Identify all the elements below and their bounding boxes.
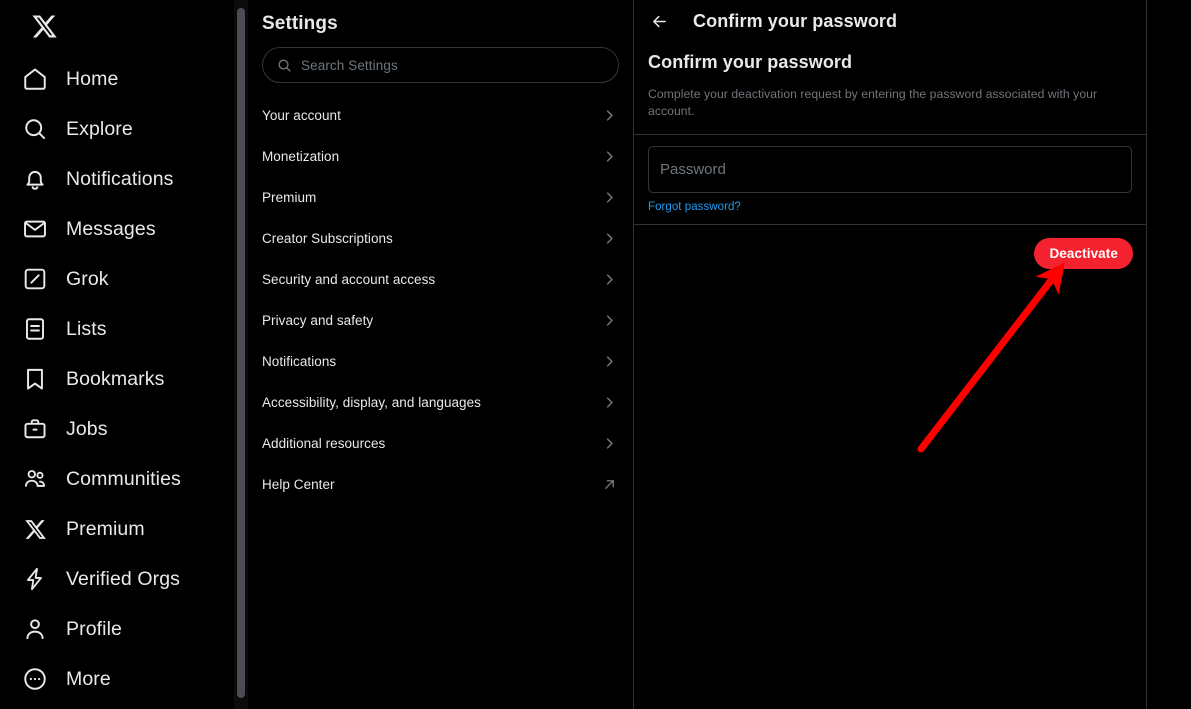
- settings-item-additional-resources[interactable]: Additional resources: [248, 423, 633, 464]
- action-bar: Deactivate: [634, 225, 1146, 270]
- chevron-right-icon: [602, 190, 617, 205]
- settings-search-wrapper: Search Settings: [248, 47, 633, 83]
- chevron-right-icon: [602, 395, 617, 410]
- envelope-icon: [22, 216, 48, 242]
- settings-item-label: Monetization: [262, 149, 340, 164]
- grok-icon: [22, 266, 48, 292]
- section-heading: Confirm your password: [648, 52, 853, 72]
- main-header: Confirm your password: [634, 0, 1146, 43]
- sidebar-item-grok[interactable]: Grok: [22, 254, 123, 304]
- settings-item-monetization[interactable]: Monetization: [248, 136, 633, 177]
- settings-list: Your account Monetization Premium Creato…: [248, 95, 633, 505]
- sidebar-item-label: Profile: [66, 617, 122, 640]
- home-icon: [22, 66, 48, 92]
- sidebar-item-jobs[interactable]: Jobs: [22, 404, 122, 454]
- briefcase-icon: [22, 416, 48, 442]
- chevron-right-icon: [602, 272, 617, 287]
- external-link-icon: [602, 477, 617, 492]
- arrow-left-icon: [651, 13, 668, 30]
- sidebar-item-explore[interactable]: Explore: [22, 104, 147, 154]
- sidebar-item-label: Explore: [66, 117, 133, 140]
- settings-item-your-account[interactable]: Your account: [248, 95, 633, 136]
- sidebar-item-label: Bookmarks: [66, 367, 165, 390]
- sidebar-scrollbar-track[interactable]: [234, 0, 248, 709]
- sidebar-item-communities[interactable]: Communities: [22, 454, 195, 504]
- settings-item-label: Creator Subscriptions: [262, 231, 393, 246]
- sidebar-item-messages[interactable]: Messages: [22, 204, 170, 254]
- settings-panel: Settings Search Settings Your account Mo…: [248, 0, 634, 709]
- password-input[interactable]: [660, 161, 1120, 179]
- settings-item-notifications[interactable]: Notifications: [248, 341, 633, 382]
- right-filler: [1147, 0, 1191, 709]
- forgot-password-link[interactable]: Forgot password?: [648, 201, 741, 213]
- settings-item-label: Accessibility, display, and languages: [262, 395, 481, 410]
- settings-item-label: Your account: [262, 108, 341, 123]
- chevron-right-icon: [602, 313, 617, 328]
- settings-item-privacy-and-safety[interactable]: Privacy and safety: [248, 300, 633, 341]
- chevron-right-icon: [602, 149, 617, 164]
- sidebar-item-label: Verified Orgs: [66, 567, 181, 590]
- x-icon: [22, 516, 48, 542]
- deactivate-button[interactable]: Deactivate: [1034, 238, 1133, 270]
- communities-icon: [22, 466, 48, 492]
- settings-item-accessibility-display-and-languages[interactable]: Accessibility, display, and languages: [248, 382, 633, 423]
- settings-item-creator-subscriptions[interactable]: Creator Subscriptions: [248, 218, 633, 259]
- sidebar-item-label: Grok: [66, 267, 109, 290]
- chevron-right-icon: [602, 231, 617, 246]
- settings-item-security-and-account-access[interactable]: Security and account access: [248, 259, 633, 300]
- list-icon: [22, 316, 48, 342]
- sidebar-item-verified-orgs[interactable]: Verified Orgs: [22, 554, 194, 604]
- settings-item-label: Notifications: [262, 354, 337, 369]
- section-description: Complete your deactivation request by en…: [648, 87, 1098, 119]
- search-icon: [22, 116, 48, 142]
- settings-item-label: Privacy and safety: [262, 313, 374, 328]
- lightning-icon: [22, 566, 48, 592]
- sidebar-item-label: Premium: [66, 517, 145, 540]
- bookmark-icon: [22, 366, 48, 392]
- primary-sidebar: Home Explore Notifications Messages Grok: [0, 0, 248, 709]
- chevron-right-icon: [602, 108, 617, 123]
- sidebar-item-premium[interactable]: Premium: [22, 504, 159, 554]
- person-icon: [22, 616, 48, 642]
- settings-item-label: Help Center: [262, 477, 335, 492]
- settings-item-label: Security and account access: [262, 272, 436, 287]
- sidebar-item-notifications[interactable]: Notifications: [22, 154, 188, 204]
- search-placeholder-text: Search Settings: [301, 57, 398, 73]
- sidebar-item-more[interactable]: More: [22, 654, 125, 704]
- more-circle-icon: [22, 666, 48, 692]
- main-header-title: Confirm your password: [693, 11, 898, 31]
- search-settings-input[interactable]: Search Settings: [262, 47, 619, 83]
- sidebar-item-label: Messages: [66, 217, 156, 240]
- sidebar-item-label: Communities: [66, 467, 181, 490]
- settings-item-help-center[interactable]: Help Center: [248, 464, 633, 505]
- settings-item-label: Premium: [262, 190, 317, 205]
- sidebar-item-label: Lists: [66, 317, 107, 340]
- confirm-password-panel: Confirm your password Confirm your passw…: [634, 0, 1147, 709]
- x-settings-app: Home Explore Notifications Messages Grok: [0, 0, 1191, 709]
- search-icon: [277, 58, 292, 73]
- settings-item-premium[interactable]: Premium: [248, 177, 633, 218]
- sidebar-item-profile[interactable]: Profile: [22, 604, 136, 654]
- sidebar-item-label: Jobs: [66, 417, 108, 440]
- sidebar-item-label: More: [66, 667, 111, 690]
- x-logo[interactable]: [22, 4, 66, 48]
- sidebar-item-home[interactable]: Home: [22, 54, 132, 104]
- chevron-right-icon: [602, 436, 617, 451]
- password-form: Forgot password?: [634, 135, 1146, 224]
- sidebar-item-label: Home: [66, 67, 119, 90]
- page-title: Settings: [262, 13, 338, 34]
- back-button[interactable]: [644, 7, 674, 37]
- sidebar-item-bookmarks[interactable]: Bookmarks: [22, 354, 178, 404]
- settings-item-label: Additional resources: [262, 436, 386, 451]
- chevron-right-icon: [602, 354, 617, 369]
- sidebar-scrollbar-thumb[interactable]: [237, 8, 245, 698]
- sidebar-item-label: Notifications: [66, 167, 174, 190]
- password-field-wrapper[interactable]: [648, 146, 1132, 194]
- sidebar-item-lists[interactable]: Lists: [22, 304, 121, 354]
- bell-icon: [22, 166, 48, 192]
